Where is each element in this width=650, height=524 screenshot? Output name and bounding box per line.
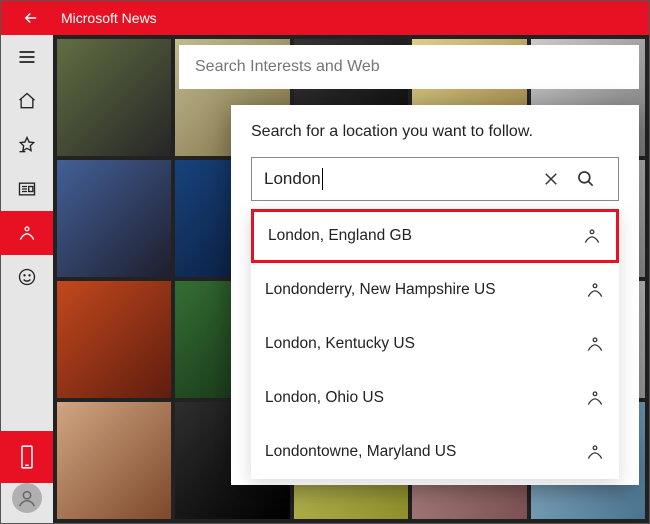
location-result-label: Londonderry, New Hampshire US (265, 281, 496, 299)
main-area: Search for a location you want to follow… (53, 35, 649, 523)
text-cursor (322, 168, 323, 190)
location-results: London, England GB Londonderry, New Hamps… (251, 209, 619, 479)
home-icon[interactable] (1, 79, 53, 123)
location-result-label: Londontowne, Maryland US (265, 443, 456, 461)
map-pin-icon (585, 442, 605, 462)
app-content: Search for a location you want to follow… (1, 35, 649, 523)
back-button[interactable] (9, 9, 53, 27)
news-icon[interactable] (1, 167, 53, 211)
app-title: Microsoft News (61, 10, 157, 26)
title-bar: Microsoft News (1, 1, 649, 35)
location-result[interactable]: Londontowne, Maryland US (251, 425, 619, 479)
location-result-label: London, Kentucky US (265, 335, 415, 353)
avatar[interactable] (12, 483, 42, 513)
location-result[interactable]: London, Ohio US (251, 371, 619, 425)
smile-icon[interactable] (1, 255, 53, 299)
hamburger-button[interactable] (1, 35, 53, 79)
location-result-label: London, England GB (268, 227, 412, 245)
location-search-prompt: Search for a location you want to follow… (251, 123, 619, 141)
location-result[interactable]: London, Kentucky US (251, 317, 619, 371)
search-icon[interactable] (576, 169, 610, 189)
location-search-panel: Search for a location you want to follow… (231, 105, 639, 485)
star-icon[interactable] (1, 123, 53, 167)
map-pin-icon (582, 226, 602, 246)
location-result-label: London, Ohio US (265, 389, 384, 407)
location-search-box[interactable]: London (251, 157, 619, 201)
clear-icon[interactable] (542, 170, 576, 188)
search-input[interactable] (179, 45, 639, 89)
location-result[interactable]: London, England GB (251, 209, 619, 263)
phone-icon[interactable] (1, 431, 53, 483)
map-pin-icon (585, 334, 605, 354)
location-search-text: London (264, 169, 321, 189)
location-search-value: London (264, 168, 542, 190)
location-result[interactable]: Londonderry, New Hampshire US (251, 263, 619, 317)
location-icon[interactable] (1, 211, 53, 255)
map-pin-icon (585, 388, 605, 408)
sidebar (1, 35, 53, 523)
map-pin-icon (585, 280, 605, 300)
